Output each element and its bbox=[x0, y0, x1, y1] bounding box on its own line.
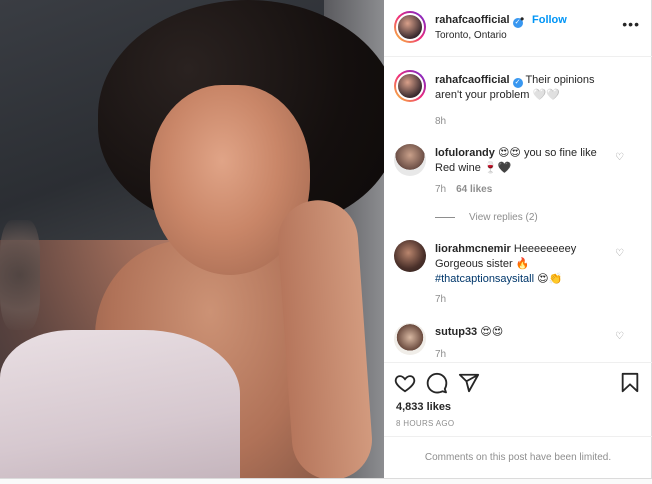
photo-dress bbox=[0, 330, 240, 478]
commenter-avatar[interactable] bbox=[394, 240, 426, 272]
post-likes-count[interactable]: 4,833 likes bbox=[396, 401, 451, 413]
author-avatar[interactable] bbox=[394, 11, 426, 43]
post-time-ago[interactable]: 8 HOURS AGO bbox=[396, 419, 454, 428]
comment-body: 😍😍 bbox=[480, 326, 504, 338]
share-icon[interactable] bbox=[458, 372, 480, 394]
comments-limited-notice: Comments on this post have been limited. bbox=[384, 436, 652, 478]
commenter-avatar[interactable] bbox=[394, 144, 426, 176]
post-actions: 4,833 likes 8 HOURS AGO bbox=[384, 362, 652, 436]
bottom-edge bbox=[0, 478, 652, 484]
post-header: rahafcaofficial ✓ • Follow Toronto, Ontar… bbox=[384, 0, 652, 57]
commenter-avatar[interactable] bbox=[394, 323, 426, 355]
view-replies-line bbox=[435, 216, 455, 218]
comment-text: lofulorandy 😍😍 you so fine like Red wine… bbox=[435, 146, 605, 176]
comment-meta: 7h 64 likes bbox=[435, 184, 492, 195]
comment-time: 7h bbox=[435, 349, 447, 360]
comment-time: 7h bbox=[435, 294, 447, 305]
view-replies-button[interactable]: View replies (2) bbox=[435, 212, 538, 223]
comment-hashtag-tail: 😍👏 bbox=[534, 273, 563, 285]
comment-time: 7h bbox=[435, 184, 447, 195]
caption-avatar[interactable] bbox=[394, 70, 426, 102]
comments-list[interactable]: rahafcaofficial ✓ Their opinions aren't y… bbox=[384, 58, 652, 362]
photo-tattoo bbox=[0, 220, 40, 330]
instagram-post: rahafcaofficial ✓ • Follow Toronto, Ontar… bbox=[0, 0, 652, 484]
bookmark-icon[interactable] bbox=[619, 372, 641, 394]
comment-hashtag[interactable]: #thatcaptionsaysitall bbox=[435, 273, 534, 285]
comment-like-heart-icon[interactable]: ♡ bbox=[615, 248, 624, 259]
caption-text: rahafcaofficial ✓ Their opinions aren't y… bbox=[435, 73, 605, 103]
comment-like-heart-icon[interactable]: ♡ bbox=[615, 331, 624, 342]
separator-dot: • bbox=[520, 12, 525, 26]
caption-username[interactable]: rahafcaofficial bbox=[435, 74, 510, 86]
author-username[interactable]: rahafcaofficial ✓ bbox=[435, 14, 523, 28]
comment-text: liorahmcnemir Heeeeeeeey Gorgeous sister… bbox=[435, 242, 605, 287]
verified-badge-icon: ✓ bbox=[512, 78, 523, 88]
caption-time: 8h bbox=[435, 116, 447, 127]
follow-button[interactable]: Follow bbox=[532, 14, 567, 26]
post-photo[interactable] bbox=[0, 0, 384, 478]
post-side-panel: rahafcaofficial ✓ • Follow Toronto, Ontar… bbox=[384, 0, 652, 478]
comment-username[interactable]: sutup33 bbox=[435, 326, 477, 338]
comment-like-heart-icon[interactable]: ♡ bbox=[615, 152, 624, 163]
comment-text: sutup33 😍😍 bbox=[435, 325, 605, 340]
more-options-icon[interactable]: ••• bbox=[622, 16, 640, 32]
comment-likes[interactable]: 64 likes bbox=[456, 184, 492, 195]
comment-icon[interactable] bbox=[426, 372, 448, 394]
post-location[interactable]: Toronto, Ontario bbox=[435, 30, 507, 41]
comment-username[interactable]: liorahmcnemir bbox=[435, 243, 511, 255]
heart-icon[interactable] bbox=[394, 372, 416, 394]
comment-username[interactable]: lofulorandy bbox=[435, 147, 495, 159]
